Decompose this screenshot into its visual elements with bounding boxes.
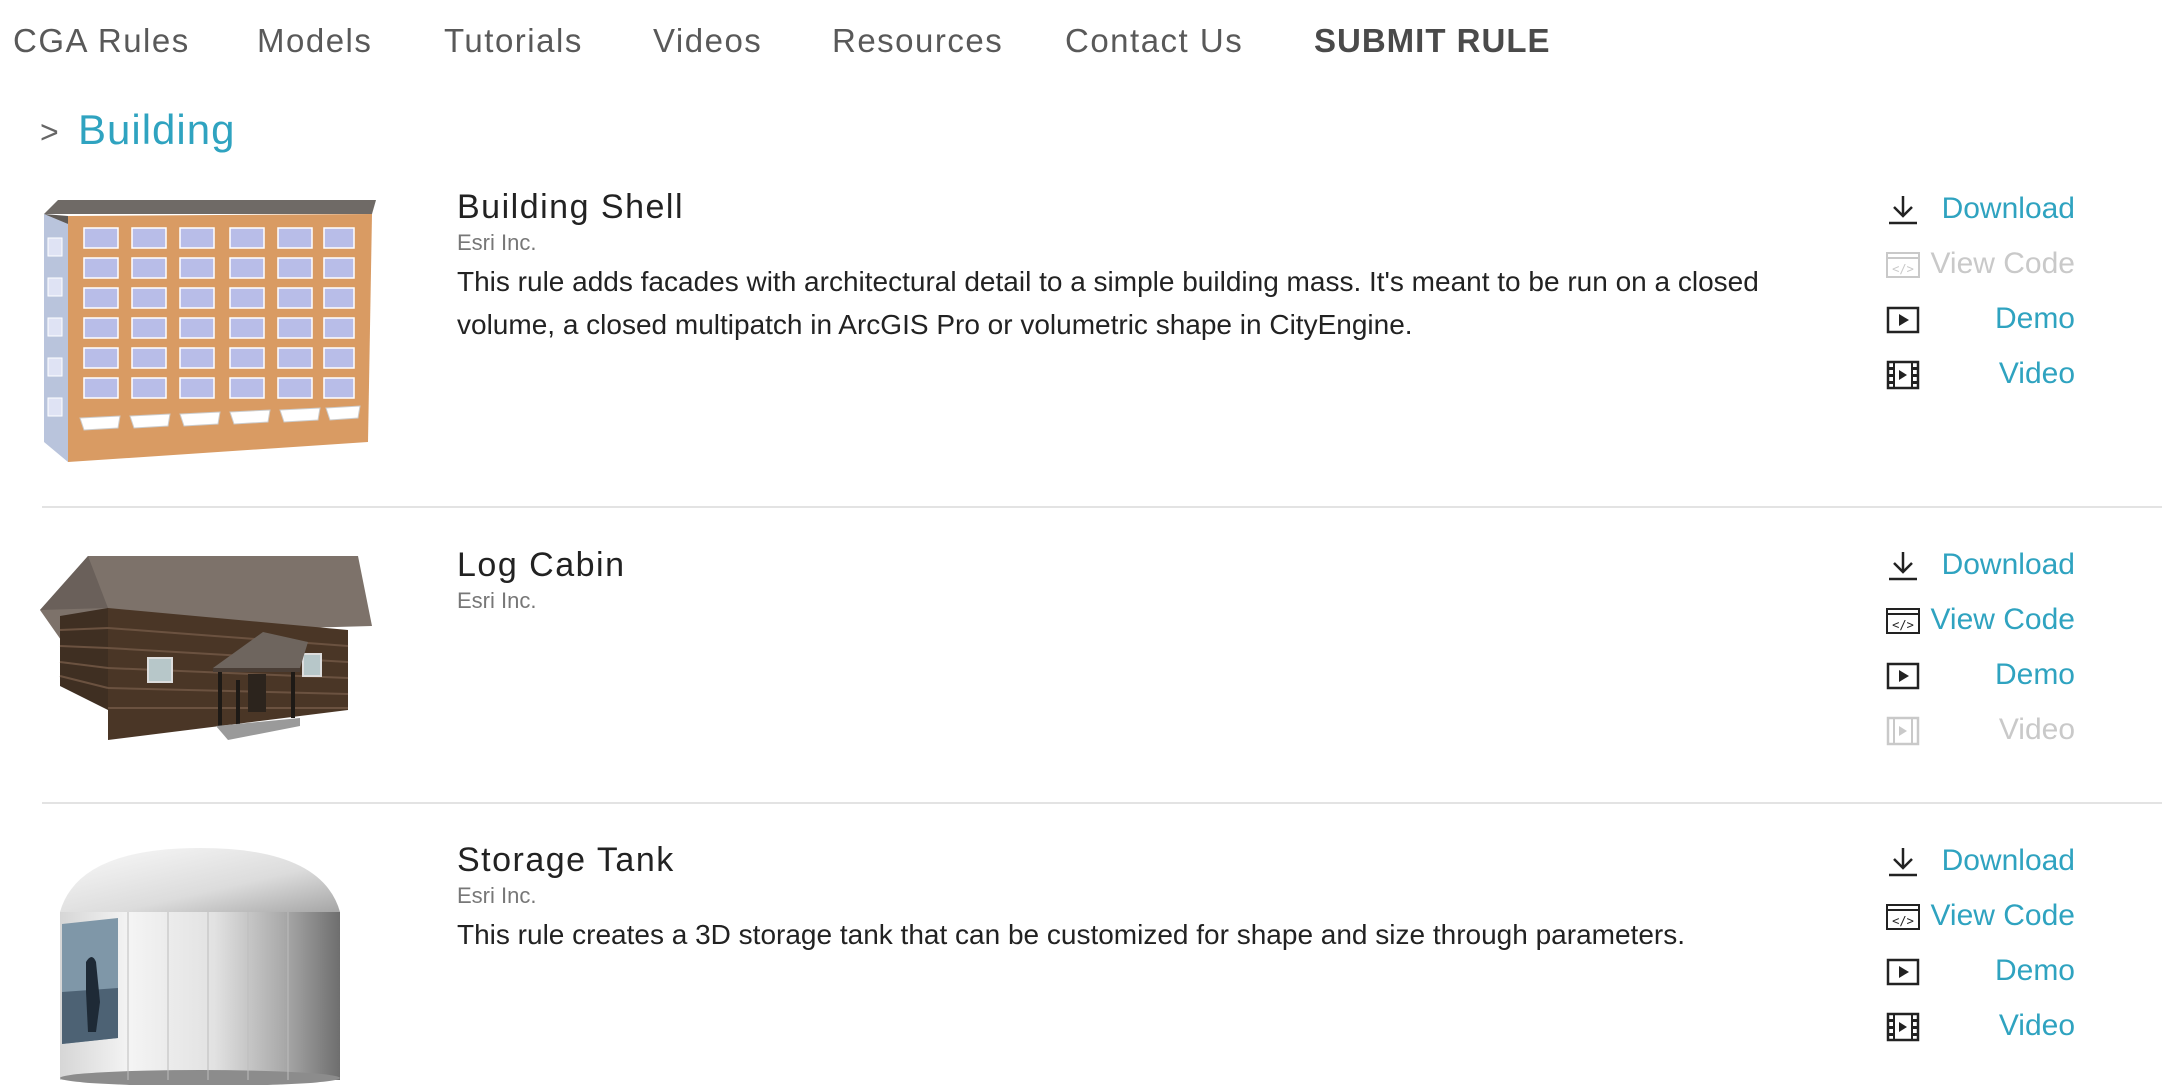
nav-cga-rules[interactable]: CGA Rules: [13, 22, 190, 60]
play-icon: [1886, 306, 1920, 334]
play-icon: [1886, 662, 1920, 690]
code-icon: </>: [1886, 608, 1920, 634]
view-code-label: View Code: [1930, 603, 2075, 636]
svg-text:</>: </>: [1892, 262, 1914, 276]
download-icon: [1889, 196, 1917, 225]
download-button[interactable]: Download: [1885, 190, 2075, 230]
demo-label: Demo: [1994, 954, 2075, 987]
video-button[interactable]: Video: [1885, 1007, 2075, 1047]
view-code-button[interactable]: </> View Code: [1885, 601, 2075, 641]
code-icon: </>: [1886, 904, 1920, 930]
demo-label: Demo: [1994, 302, 2075, 335]
log-cabin-thumbnail: [40, 556, 372, 740]
view-code-label: View Code: [1930, 899, 2075, 932]
nav-models[interactable]: Models: [257, 22, 372, 60]
demo-label: Demo: [1994, 658, 2075, 691]
view-code-button: </> View Code: [1885, 245, 2075, 285]
rule-title[interactable]: Building Shell: [457, 188, 684, 227]
code-icon: </>: [1886, 252, 1920, 278]
storage-tank-thumbnail: [60, 848, 340, 1085]
video-label: Video: [1998, 713, 2075, 746]
download-label: Download: [1941, 192, 2075, 225]
svg-text:</>: </>: [1892, 914, 1914, 928]
download-icon: [1889, 552, 1917, 581]
download-label: Download: [1941, 548, 2075, 581]
nav-submit-rule[interactable]: SUBMIT RULE: [1314, 22, 1551, 60]
rule-author: Esri Inc.: [457, 883, 537, 908]
demo-button[interactable]: Demo: [1885, 656, 2075, 696]
download-icon: [1889, 848, 1917, 877]
nav-videos[interactable]: Videos: [653, 22, 762, 60]
film-icon: [1886, 360, 1920, 390]
play-icon: [1886, 958, 1920, 986]
video-button[interactable]: Video: [1885, 355, 2075, 395]
section-title: Building: [78, 106, 236, 153]
row-divider: [42, 802, 2162, 804]
demo-button[interactable]: Demo: [1885, 952, 2075, 992]
rule-description: This rule adds facades with architectura…: [457, 266, 1759, 340]
download-button[interactable]: Download: [1885, 842, 2075, 882]
rule-description: This rule creates a 3D storage tank that…: [457, 919, 1685, 950]
video-label: Video: [1998, 357, 2075, 390]
rule-title[interactable]: Log Cabin: [457, 546, 626, 585]
nav-resources[interactable]: Resources: [832, 22, 1003, 60]
chevron-right-icon: >: [40, 114, 59, 150]
film-icon: [1886, 1012, 1920, 1042]
view-code-label: View Code: [1930, 247, 2075, 280]
nav-tutorials[interactable]: Tutorials: [444, 22, 583, 60]
view-code-button[interactable]: </> View Code: [1885, 897, 2075, 937]
row-divider: [42, 506, 2162, 508]
video-button: Video: [1885, 711, 2075, 751]
top-nav: CGA Rules Models Tutorials Videos Resour…: [0, 0, 2178, 92]
demo-button[interactable]: Demo: [1885, 300, 2075, 340]
rule-author: Esri Inc.: [457, 588, 537, 613]
video-label: Video: [1998, 1009, 2075, 1042]
svg-text:</>: </>: [1892, 618, 1914, 632]
download-label: Download: [1941, 844, 2075, 877]
rule-title[interactable]: Storage Tank: [457, 841, 675, 880]
building-shell-thumbnail: [44, 200, 376, 462]
nav-contact-us[interactable]: Contact Us: [1065, 22, 1243, 60]
download-button[interactable]: Download: [1885, 546, 2075, 586]
film-icon: [1886, 716, 1920, 746]
rule-author: Esri Inc.: [457, 230, 537, 255]
